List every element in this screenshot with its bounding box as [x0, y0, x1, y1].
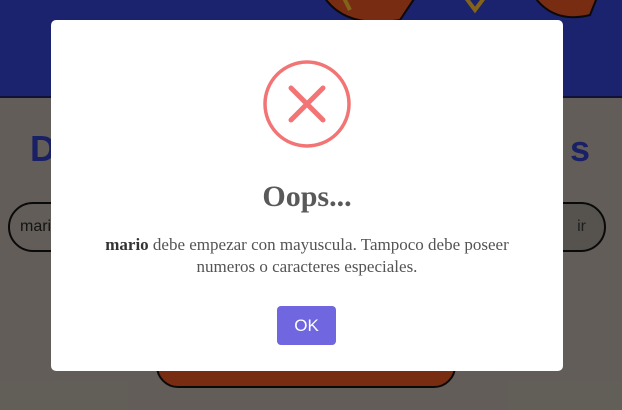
error-dialog: Oops... mario debe empezar con mayuscula…: [51, 20, 563, 371]
dialog-title: Oops...: [262, 180, 352, 213]
error-x-icon: [263, 60, 351, 148]
dialog-message: mario debe empezar con mayuscula. Tampoc…: [81, 234, 533, 278]
username-highlight: mario: [105, 235, 149, 254]
message-text: debe empezar con mayuscula. Tampoco debe…: [148, 235, 509, 276]
ok-button[interactable]: OK: [277, 306, 336, 345]
